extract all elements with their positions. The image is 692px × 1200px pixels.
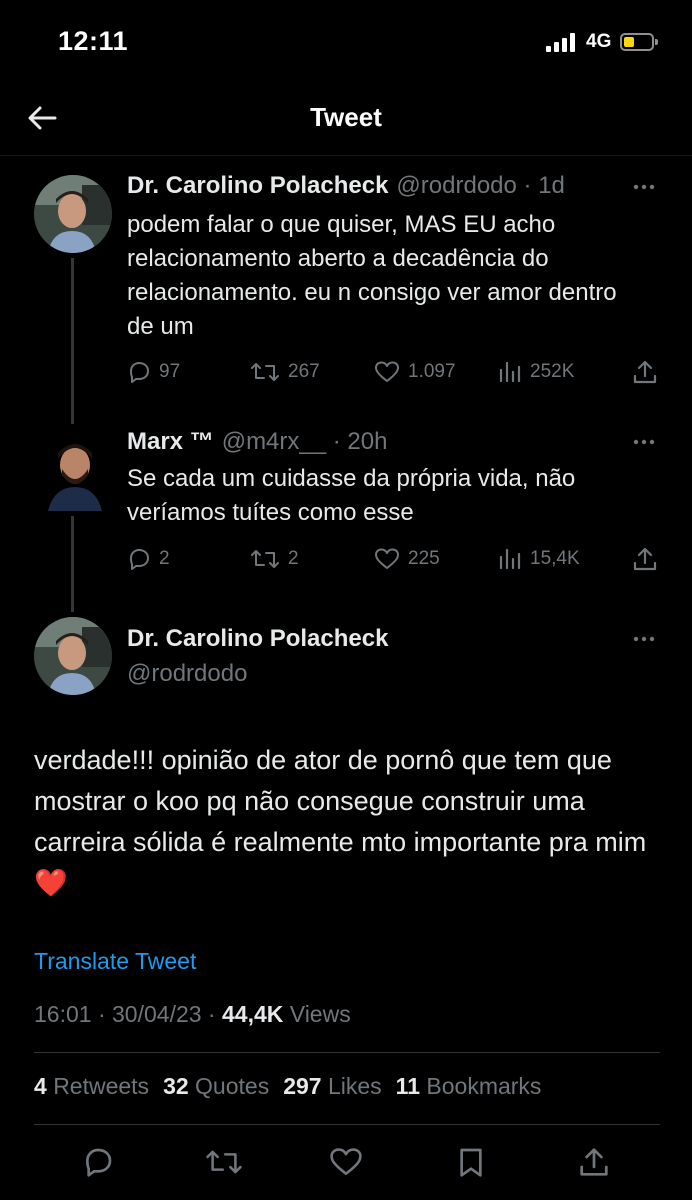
more-icon[interactable] [632,183,656,191]
tweet-views-label: Views [289,1001,351,1027]
retweet-icon [251,363,279,381]
bookmark-icon[interactable] [455,1146,487,1178]
reply-count: 97 [159,361,181,382]
like-button[interactable]: 225 [374,547,440,571]
battery-icon [620,33,658,51]
author-name[interactable]: Dr. Carolino Polacheck [127,625,388,653]
tweet-header: Dr. Carolino Polacheck @rodrdodo · 1d [127,172,565,200]
signal-icon [546,32,578,52]
share-icon[interactable] [632,359,658,385]
reply-button[interactable]: 97 [127,360,180,384]
more-icon[interactable] [632,438,656,446]
avatar[interactable] [34,175,112,253]
divider [34,1124,660,1125]
retweet-button[interactable]: 267 [250,360,320,384]
likes-stat[interactable]: 297 Likes [283,1073,381,1100]
network-label: 4G [586,31,612,52]
retweet-count: 267 [288,361,320,382]
views-count: 252K [530,361,575,382]
thread-line [71,516,74,612]
views-button[interactable]: 252K [498,360,574,384]
avatar[interactable] [40,433,110,511]
like-icon [375,361,399,382]
more-icon[interactable] [632,635,656,643]
status-time: 12:11 [58,26,129,56]
author-name[interactable]: Dr. Carolino Polacheck [127,172,388,200]
tweet-date: 30/04/23 [112,1001,202,1027]
retweets-stat[interactable]: 4 Retweets [34,1073,149,1100]
avatar[interactable] [34,617,112,695]
like-count: 225 [408,548,440,569]
heart-emoji: ❤️ [34,868,68,898]
bookmarks-stat[interactable]: 11 Bookmarks [396,1073,542,1100]
like-count: 1.097 [408,361,456,382]
author-handle[interactable]: @rodrdodo [127,660,247,688]
reply-icon [130,362,149,383]
reply-button[interactable]: 2 [127,547,170,571]
retweet-icon [251,550,279,568]
share-icon[interactable] [578,1146,610,1178]
views-icon [499,548,521,570]
views-button[interactable]: 15,4K [498,547,580,571]
retweet-button[interactable]: 2 [250,547,299,571]
divider [34,1052,660,1053]
like-icon[interactable] [329,1146,363,1178]
main-tweet-text: verdade!!! opinião de ator de pornô que … [34,740,674,904]
tweet-stats: 4 Retweets 32 Quotes 297 Likes 11 Bookma… [34,1073,541,1100]
author-handle[interactable]: @m4rx__ · 20h [222,428,388,456]
tweet-text: Se cada um cuidasse da própria vida, não… [127,465,576,526]
author-name[interactable]: Marx ™ [127,428,214,456]
like-icon [375,548,399,569]
views-count: 15,4K [530,548,580,569]
tweet-views-count: 44,4K [222,1001,284,1027]
page-title: Tweet [310,102,382,132]
thread-line [71,258,74,424]
tweet-header: Marx ™ @m4rx__ · 20h [127,428,387,456]
reply-count: 2 [159,548,170,569]
reply-icon [130,549,149,570]
author-handle[interactable]: @rodrdodo · 1d [396,172,564,200]
like-button[interactable]: 1.097 [374,360,456,384]
retweet-icon[interactable] [205,1146,243,1178]
share-icon[interactable] [632,546,658,572]
main-tweet-body: verdade!!! opinião de ator de pornô que … [34,745,647,857]
quotes-stat[interactable]: 32 Quotes [163,1073,269,1100]
reply-icon[interactable] [82,1146,114,1178]
views-icon [499,361,521,383]
header-divider [0,155,692,156]
tweet-meta: 16:01 · 30/04/23 · 44,4K Views [34,1001,351,1027]
translate-tweet-link[interactable]: Translate Tweet [34,948,196,975]
tweet-time: 16:01 [34,1001,92,1027]
tweet-text: podem falar o que quiser, MAS EU acho re… [127,211,617,340]
retweet-count: 2 [288,548,299,569]
